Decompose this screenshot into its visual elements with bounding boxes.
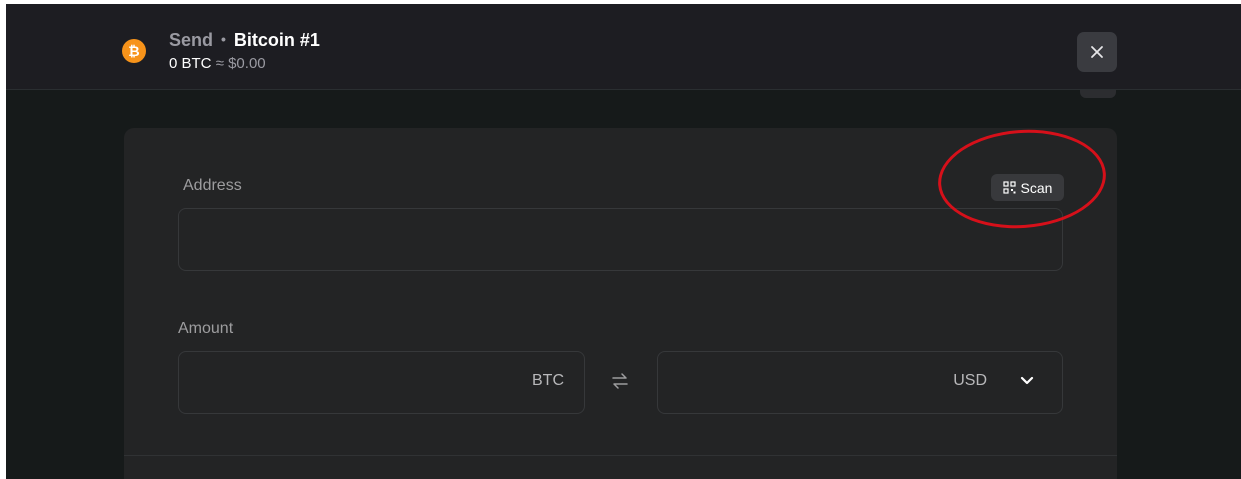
send-modal: ₿ Send • Bitcoin #1 0 BTC ≈ $0.00 Address … [6, 4, 1241, 479]
swap-arrows-icon[interactable] [611, 372, 629, 390]
address-label: Address [183, 177, 242, 194]
modal-title: Send • Bitcoin #1 [169, 30, 320, 51]
crypto-unit-label: BTC [532, 372, 564, 389]
modal-header: ₿ Send • Bitcoin #1 0 BTC ≈ $0.00 [6, 4, 1241, 90]
title-separator: • [221, 31, 226, 47]
bitcoin-icon: ₿ [122, 39, 146, 63]
balance-fiat: ≈ $0.00 [215, 55, 266, 72]
fiat-amount-field: USD [657, 351, 1063, 414]
fiat-amount-input[interactable] [658, 352, 1062, 413]
balance-crypto: 0 BTC [169, 55, 212, 72]
account-name: Bitcoin #1 [233, 30, 320, 50]
close-icon [1091, 46, 1103, 58]
fiat-currency-select[interactable]: USD [953, 372, 987, 390]
account-balance: 0 BTC ≈ $0.00 [169, 55, 266, 72]
crypto-amount-input[interactable] [179, 352, 584, 413]
close-button[interactable] [1077, 32, 1117, 72]
crypto-amount-field: BTC [178, 351, 585, 414]
address-field [178, 208, 1063, 271]
address-input[interactable] [179, 209, 1062, 270]
send-label: Send [169, 30, 214, 50]
form-divider [124, 455, 1117, 456]
scroll-indicator [1080, 90, 1116, 98]
chevron-down-icon[interactable] [1020, 376, 1034, 386]
amount-label: Amount [178, 320, 234, 337]
